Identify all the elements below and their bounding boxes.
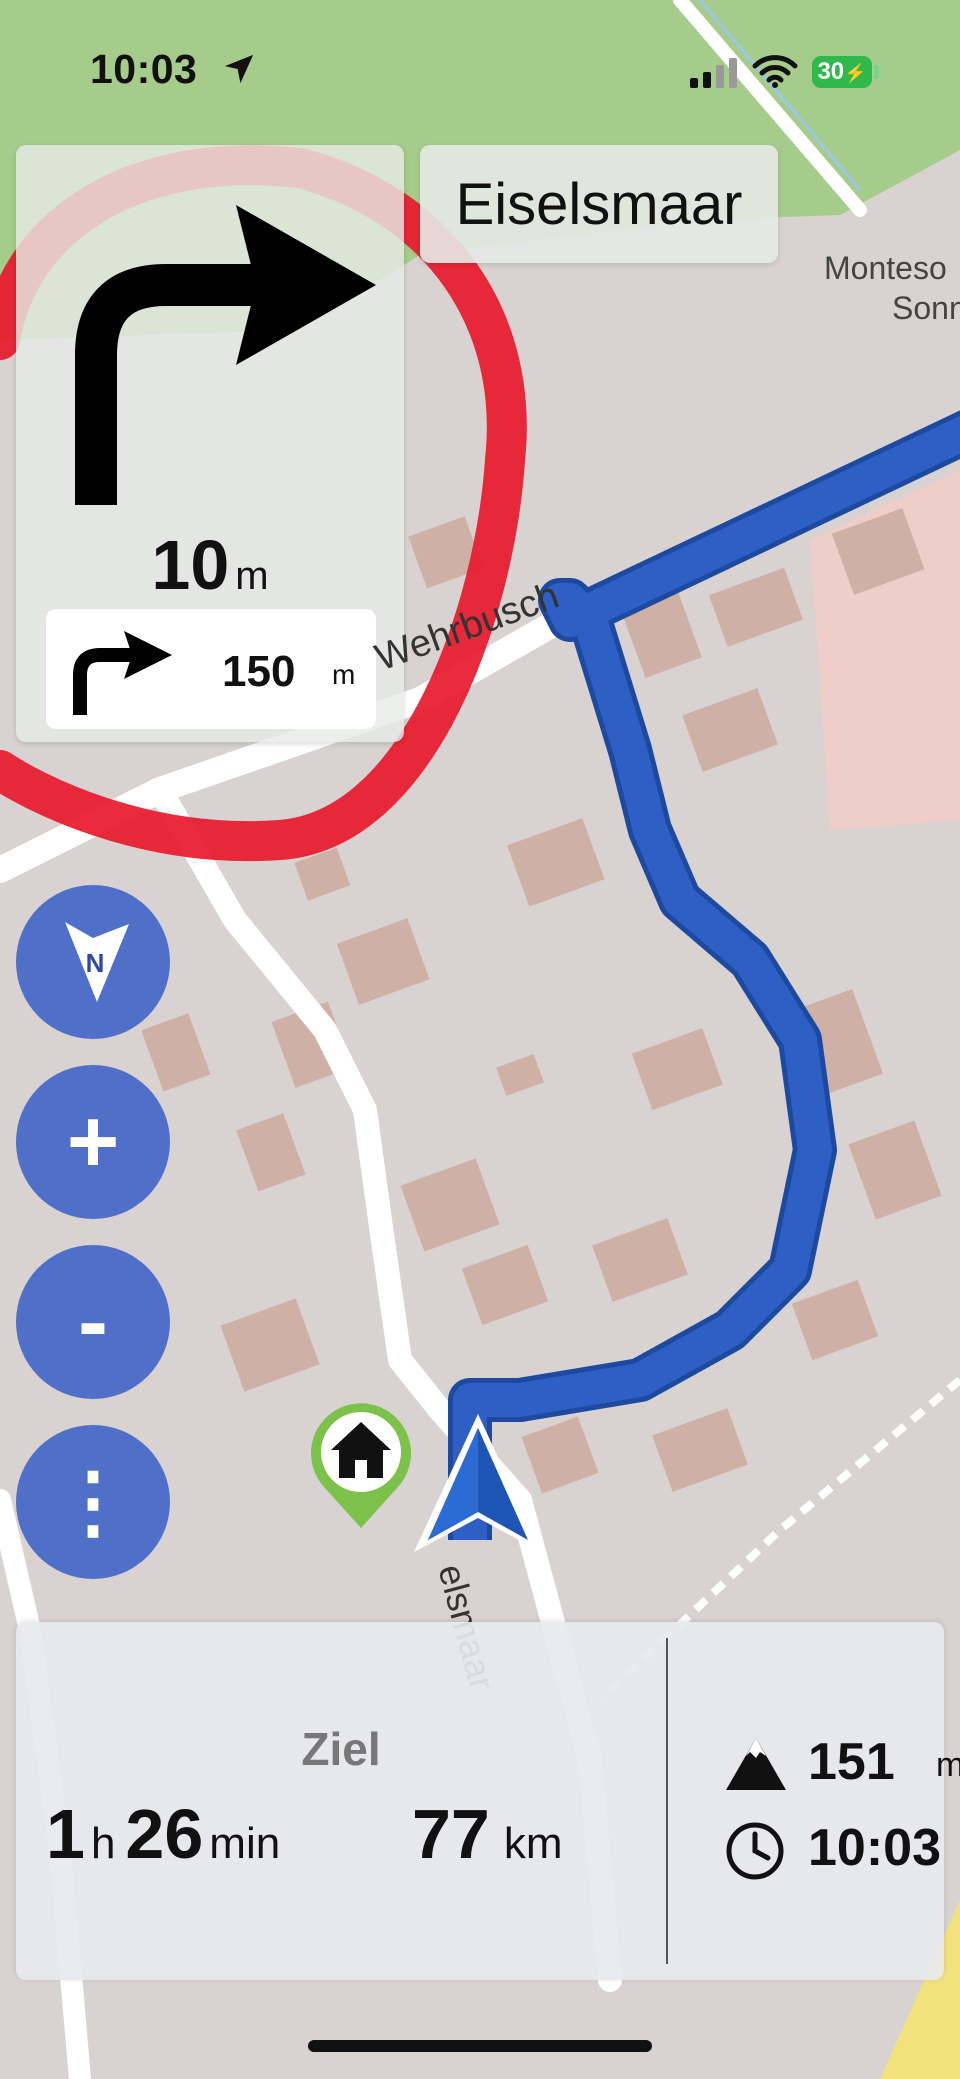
- status-time: 10:03: [90, 46, 198, 92]
- turn-right-small-icon: [73, 631, 172, 715]
- clock-icon: [726, 1822, 784, 1880]
- remaining-distance-value: 77: [412, 1795, 490, 1873]
- more-options-button[interactable]: ⋮: [16, 1425, 170, 1579]
- street-name: Eiselsmaar: [455, 171, 743, 237]
- map-label-sonn: Sonn: [892, 290, 960, 326]
- more-dots-icon: ⋮: [53, 1457, 133, 1546]
- eta-minutes-unit: min: [209, 1819, 281, 1868]
- cellular-signal-icon: [690, 58, 737, 88]
- summary-divider: [666, 1638, 668, 1964]
- street-name-box: Eiselsmaar: [420, 145, 778, 263]
- eta-hours-unit: h: [90, 1819, 116, 1868]
- next-turn-distance-value: 10: [151, 526, 230, 604]
- next-turn-distance-unit: m: [235, 554, 269, 598]
- wifi-icon: [752, 55, 798, 88]
- following-turn-distance-unit: m: [332, 659, 356, 690]
- home-destination-icon[interactable]: [305, 1400, 417, 1530]
- zoom-out-icon: -: [78, 1272, 108, 1372]
- turn-instruction-panel[interactable]: 10 m 150 m: [16, 145, 404, 742]
- elevation-unit: m: [936, 1746, 960, 1784]
- map-label-monteso: Monteso: [824, 250, 947, 286]
- compass-icon: N: [65, 922, 129, 1002]
- location-arrow-icon: [224, 54, 254, 84]
- zoom-out-button[interactable]: -: [16, 1245, 170, 1399]
- following-turn-box: 150 m: [46, 609, 376, 729]
- zoom-in-button[interactable]: +: [16, 1065, 170, 1219]
- arrival-clock: 10:03: [808, 1819, 941, 1877]
- compass-north-button[interactable]: N: [16, 885, 170, 1039]
- compass-label: N: [86, 948, 105, 978]
- destination-label: Ziel: [301, 1723, 381, 1775]
- turn-right-icon: [75, 205, 376, 505]
- battery-tip: [874, 65, 879, 79]
- battery-indicator: 30⚡: [812, 56, 872, 88]
- remaining-distance: 77 km: [412, 1794, 563, 1874]
- battery-level: 30: [817, 58, 845, 85]
- charging-bolt-icon: ⚡: [844, 63, 867, 83]
- next-turn-distance: 10 m: [16, 525, 404, 605]
- eta-duration: 1 h 26 min: [46, 1794, 290, 1874]
- trip-summary-panel[interactable]: Ziel 1 h 26 min 77 km 151 m 10:03: [16, 1622, 960, 1980]
- mountain-icon: [726, 1738, 786, 1790]
- home-indicator: [308, 2040, 652, 2052]
- zoom-in-icon: +: [66, 1092, 120, 1192]
- elevation-value: 151: [808, 1733, 895, 1791]
- following-turn-distance-value: 150: [222, 647, 296, 696]
- status-bar: 10:03 30⚡: [0, 0, 960, 140]
- eta-hours: 1: [46, 1795, 85, 1873]
- current-position-arrow-icon: [414, 1414, 542, 1552]
- remaining-distance-unit: km: [503, 1819, 563, 1868]
- eta-minutes: 26: [125, 1795, 204, 1873]
